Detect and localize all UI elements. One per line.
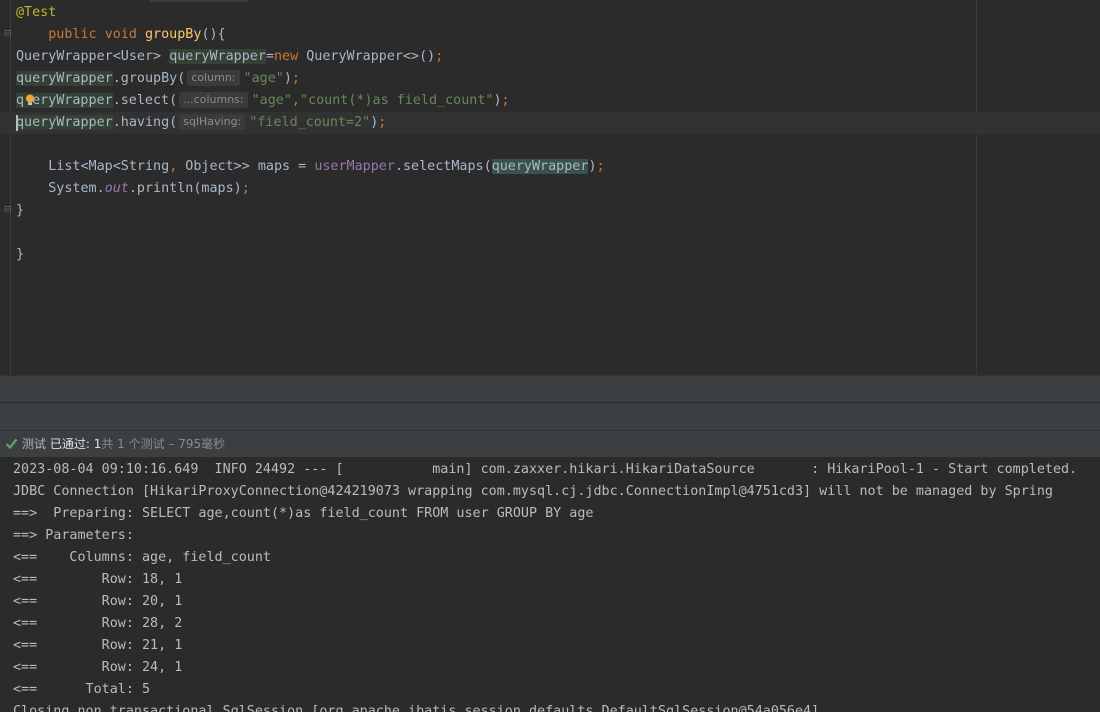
string-literal: "age" [251, 93, 292, 108]
code-text: ) [493, 93, 502, 108]
code-text: Object>> maps = [177, 159, 315, 174]
code-line-5: q eryWrapper.select(...columns: "age","cou… [0, 90, 1100, 112]
code-text: q [16, 93, 25, 108]
code-text: .println(maps) [128, 181, 242, 196]
code-text: } [16, 203, 25, 218]
code-text: System. [48, 181, 105, 196]
comma: , [291, 93, 300, 108]
console-line: 2023-08-04 09:10:16.649 INFO 24492 --- [… [13, 462, 1078, 477]
console-line: <== Row: 24, 1 [13, 660, 183, 675]
console-line: ==> Preparing: SELECT age,count(*)as fie… [13, 506, 594, 521]
intention-bulb-icon[interactable] [25, 94, 35, 106]
code-text: QueryWrapper<User> [16, 49, 170, 64]
code-text: .select( [112, 93, 178, 108]
console-line: Closing non transactional SqlSession [or… [13, 704, 820, 712]
total-tests: 共 1 个测试 [101, 437, 165, 451]
code-text: } [16, 247, 25, 262]
code-text: .having( [112, 115, 178, 130]
fold-close-icon[interactable]: ⊟ [4, 205, 13, 216]
keyword-void: void [104, 27, 137, 42]
code-text: .groupBy( [112, 71, 186, 86]
console-line: <== Total: 5 [13, 682, 151, 697]
static-field: out [104, 181, 129, 196]
semicolon: ; [501, 93, 510, 108]
method-name: groupBy [145, 27, 202, 42]
console-line: <== Row: 20, 1 [13, 594, 183, 609]
code-text: = [265, 49, 274, 64]
parameter-hint: column: [187, 70, 240, 86]
test-annotation: @Test [16, 5, 57, 20]
code-line-8: List<Map<String, Object>> maps = userMap… [0, 156, 1100, 178]
semicolon: ; [435, 49, 444, 64]
code-text: ) [588, 159, 597, 174]
semicolon: ; [241, 181, 250, 196]
console-line: <== Row: 21, 1 [13, 638, 183, 653]
console-line: JDBC Connection [HikariProxyConnection@4… [13, 484, 1053, 499]
string-literal: "age" [243, 71, 284, 86]
code-text: QueryWrapper<>() [298, 49, 436, 64]
editor-splitter[interactable] [0, 375, 1100, 402]
code-editor[interactable]: @Test ⊟ public void groupBy(){ QueryWrap… [0, 0, 1100, 375]
variable-highlight: queryWrapper [16, 71, 113, 86]
console-line: <== Row: 18, 1 [13, 572, 183, 587]
variable-highlight: queryWrapper [169, 49, 266, 64]
console-line: ==> Parameters: [13, 528, 142, 543]
semicolon: ; [378, 115, 387, 130]
text-caret [16, 115, 18, 131]
test-status-bar: 测试 已通过: 1共 1 个测试 – 795毫秒 [0, 430, 1100, 457]
console-line: <== Row: 28, 2 [13, 616, 183, 631]
code-line-12: } [0, 244, 1100, 266]
parameter-hint: ...columns: [179, 92, 248, 108]
test-label: 测试 [22, 437, 47, 451]
code-text: List<Map<String [48, 159, 170, 174]
variable-highlight: queryWrapper [16, 115, 113, 130]
code-text: (){ [201, 27, 226, 42]
keyword-public: public [48, 27, 97, 42]
code-line-6: queryWrapper.having(sqlHaving: "field_cou… [0, 112, 1100, 134]
console-line: <== Columns: age, field_count [13, 550, 271, 565]
field-name: userMapper [314, 159, 395, 174]
string-literal: "count(*)as field_count" [299, 93, 494, 108]
check-icon [5, 438, 18, 450]
code-text: eryWrapper [32, 93, 113, 108]
code-text: .selectMaps( [394, 159, 492, 174]
code-text: ) [283, 71, 292, 86]
test-status-text: 测试 已通过: 1共 1 个测试 – 795毫秒 [22, 431, 225, 457]
console-output[interactable]: 2023-08-04 09:10:16.649 INFO 24492 --- [… [0, 457, 1100, 712]
passed-count: 已通过: 1 [49, 437, 102, 451]
code-line-3: QueryWrapper<User> queryWrapper=new Quer… [0, 46, 1100, 68]
code-line-9: System.out.println(maps); [0, 178, 1100, 200]
string-literal: "field_count=2" [249, 115, 371, 130]
code-line-10: ⊟ } [0, 200, 1100, 222]
fold-open-icon[interactable]: ⊟ [4, 29, 13, 40]
run-toolbar [0, 402, 1100, 431]
keyword-new: new [274, 49, 299, 64]
code-line-2: ⊟ public void groupBy(){ [0, 24, 1100, 46]
variable-highlight: queryWrapper [491, 159, 589, 174]
test-duration: – 795毫秒 [164, 437, 226, 451]
semicolon: ; [291, 71, 300, 86]
parameter-hint: sqlHaving: [179, 114, 246, 130]
semicolon: ; [596, 159, 605, 174]
code-line-4: queryWrapper.groupBy(column: "age"); [0, 68, 1100, 90]
code-line-1: @Test [0, 2, 1100, 24]
